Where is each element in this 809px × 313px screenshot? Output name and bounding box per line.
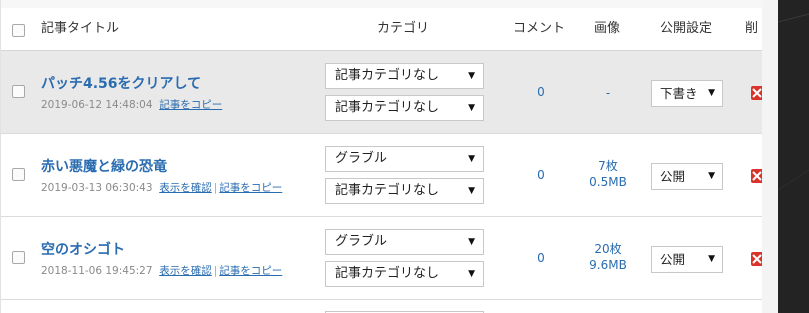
article-title-link[interactable]: 赤い悪魔と緑の恐竜 (41, 156, 167, 176)
article-meta: 2019-06-12 14:48:04 記事をコピー (41, 97, 222, 112)
table-row-partial (1, 300, 763, 313)
separator: | (213, 265, 218, 277)
category-select-1[interactable]: グラブル ▼ (325, 146, 484, 172)
publish-select[interactable]: 下書き ▼ (651, 80, 723, 107)
header-title: 記事タイトル (41, 21, 120, 36)
dropdown-arrow-icon: ▼ (708, 171, 715, 181)
table-row: 空のオシゴト 2018-11-06 19:45:27 表示を確認 | 記事をコピー … (1, 217, 763, 300)
image-count: 20枚 (594, 242, 622, 256)
copy-article-link[interactable]: 記事をコピー (219, 265, 282, 277)
article-datetime: 2019-06-12 14:48:04 (41, 99, 153, 111)
header-delete: 削 (745, 21, 759, 36)
dropdown-arrow-icon: ▼ (468, 269, 475, 279)
dropdown-arrow-icon: ▼ (468, 71, 475, 81)
category-select-value: 記事カテゴリなし (335, 100, 440, 115)
image-size: 0.5MB (589, 175, 627, 189)
article-table: 記事タイトル カテゴリ コメント 画像 公開設定 削 パッチ4.56をクリアして… (0, 0, 763, 313)
article-datetime: 2019-03-13 06:30:43 (41, 182, 153, 194)
copy-article-link[interactable]: 記事をコピー (219, 182, 282, 194)
category-select-2[interactable]: 記事カテゴリなし ▼ (325, 95, 484, 121)
dropdown-arrow-icon: ▼ (468, 186, 475, 196)
dark-panel-decoration (778, 13, 809, 191)
dropdown-arrow-icon: ▼ (708, 254, 715, 264)
header-image: 画像 (594, 21, 621, 36)
category-select-value: グラブル (335, 234, 388, 249)
category-select-1[interactable]: グラブル ▼ (325, 229, 484, 255)
article-meta: 2019-03-13 06:30:43 表示を確認 | 記事をコピー (41, 180, 282, 195)
comment-count[interactable]: 0 (531, 85, 551, 99)
category-select-value: 記事カテゴリなし (335, 183, 440, 198)
article-datetime: 2018-11-06 19:45:27 (41, 265, 153, 277)
publish-select-value: 公開 (660, 169, 686, 184)
category-select-value: グラブル (335, 151, 388, 166)
header-publish: 公開設定 (660, 21, 713, 36)
image-info[interactable]: 20枚 9.6MB (573, 241, 643, 273)
publish-select[interactable]: 公開 ▼ (651, 163, 723, 190)
image-count: - (605, 86, 611, 100)
table-row: 赤い悪魔と緑の恐竜 2019-03-13 06:30:43 表示を確認 | 記事をコ… (1, 134, 763, 217)
table-header: 記事タイトル カテゴリ コメント 画像 公開設定 削 (1, 8, 763, 51)
dropdown-arrow-icon: ▼ (708, 88, 715, 98)
image-size: 9.6MB (589, 258, 627, 272)
article-title-link[interactable]: 空のオシゴト (41, 239, 125, 259)
publish-select-value: 公開 (660, 252, 686, 267)
select-all-checkbox[interactable] (12, 24, 25, 37)
image-info[interactable]: 7枚 0.5MB (573, 158, 643, 190)
row-checkbox[interactable] (12, 251, 25, 264)
publish-select-value: 下書き (660, 86, 698, 101)
copy-article-link[interactable]: 記事をコピー (159, 99, 222, 111)
image-info: - (573, 85, 643, 101)
category-select-2[interactable]: 記事カテゴリなし ▼ (325, 261, 484, 287)
separator: | (213, 182, 218, 194)
dropdown-arrow-icon: ▼ (468, 103, 475, 113)
row-checkbox[interactable] (12, 168, 25, 181)
header-comment: コメント (513, 21, 566, 36)
comment-count[interactable]: 0 (531, 251, 551, 265)
comment-count[interactable]: 0 (531, 168, 551, 182)
category-select-2[interactable]: 記事カテゴリなし ▼ (325, 178, 484, 204)
image-count: 7枚 (598, 159, 618, 173)
table-row: パッチ4.56をクリアして 2019-06-12 14:48:04 記事をコピー… (1, 51, 763, 134)
article-meta: 2018-11-06 19:45:27 表示を確認 | 記事をコピー (41, 263, 282, 278)
view-article-link[interactable]: 表示を確認 (159, 265, 212, 277)
article-title-link[interactable]: パッチ4.56をクリアして (41, 73, 201, 93)
category-select-value: 記事カテゴリなし (335, 266, 440, 281)
dropdown-arrow-icon: ▼ (468, 154, 475, 164)
category-select-1[interactable]: 記事カテゴリなし ▼ (325, 63, 484, 89)
row-checkbox[interactable] (12, 85, 25, 98)
publish-select[interactable]: 公開 ▼ (651, 246, 723, 273)
dropdown-arrow-icon: ▼ (468, 237, 475, 247)
category-select-value: 記事カテゴリなし (335, 68, 440, 83)
header-category: カテゴリ (377, 21, 430, 36)
view-article-link[interactable]: 表示を確認 (159, 182, 212, 194)
page-right-margin (762, 0, 778, 313)
